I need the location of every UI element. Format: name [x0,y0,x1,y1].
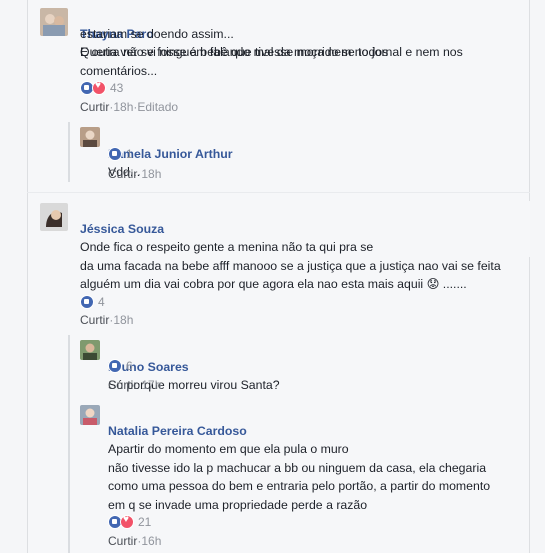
like-link[interactable]: Curtir [108,167,137,181]
avatar[interactable] [80,127,100,147]
like-link[interactable]: Curtir [108,534,137,548]
love-icon [120,514,134,529]
comment-text: estariam se doendo assim... E outra não … [80,26,463,78]
comment-body: Jéssica Souza Onde fica o respeito gente… [80,201,530,257]
like-icon [80,295,94,309]
comment-author[interactable]: Natalia Pereira Cardoso [108,424,247,438]
reply-thread-line [68,335,70,553]
comment-body: Pamela Junior Arthur Vdd... [108,126,508,182]
avatar[interactable] [80,340,100,360]
comment-timestamp[interactable]: 18h [113,100,133,114]
reaction-number: 21 [138,515,152,529]
reaction-number: 1 [126,147,133,161]
avatar[interactable] [80,405,100,425]
like-link[interactable]: Curtir [80,100,109,114]
reaction-count[interactable]: 21 [108,514,151,530]
like-link[interactable]: Curtir [80,313,109,327]
comment-timestamp[interactable]: 18h [113,313,133,327]
comment-meta: Curtir · 17h [108,378,161,392]
reaction-count[interactable]: 6 [108,358,133,374]
comment-meta: Curtir · 18h [108,167,161,181]
comment-timestamp[interactable]: 18h [141,167,161,181]
reaction-count[interactable]: 4 [80,294,105,310]
avatar[interactable] [40,203,68,231]
reaction-number: 43 [110,81,124,95]
comment-timestamp[interactable]: 17h [141,378,161,392]
reaction-count[interactable]: 43 [80,80,123,96]
comment-divider [27,192,530,193]
comment-meta: Curtir · 18h [80,313,133,327]
comment-body: Bruno Soares Só porque morreu virou Sant… [108,339,508,395]
avatar[interactable] [40,8,68,36]
edited-label[interactable]: Editado [137,100,178,114]
reply-thread-line [68,122,70,182]
like-icon [108,147,122,161]
comment-author[interactable]: Jéssica Souza [80,222,164,236]
comment-body: Natalia Pereira Cardoso Apartir do momen… [108,403,528,459]
comment-meta: Curtir · 18h · Editado [80,100,178,114]
reaction-count[interactable]: 1 [108,146,133,162]
comment-text-first-line: Apartir do momento em que ela pula o mur… [108,442,349,456]
comment-meta: Curtir · 16h [108,534,161,548]
like-link[interactable]: Curtir [108,378,137,392]
comment-timestamp[interactable]: 16h [141,534,161,548]
love-icon [92,80,106,95]
like-icon [108,359,122,373]
comment-text-first-line: Onde fica o respeito gente a menina não … [80,240,374,254]
reaction-number: 6 [126,359,133,373]
reaction-number: 4 [98,295,105,309]
